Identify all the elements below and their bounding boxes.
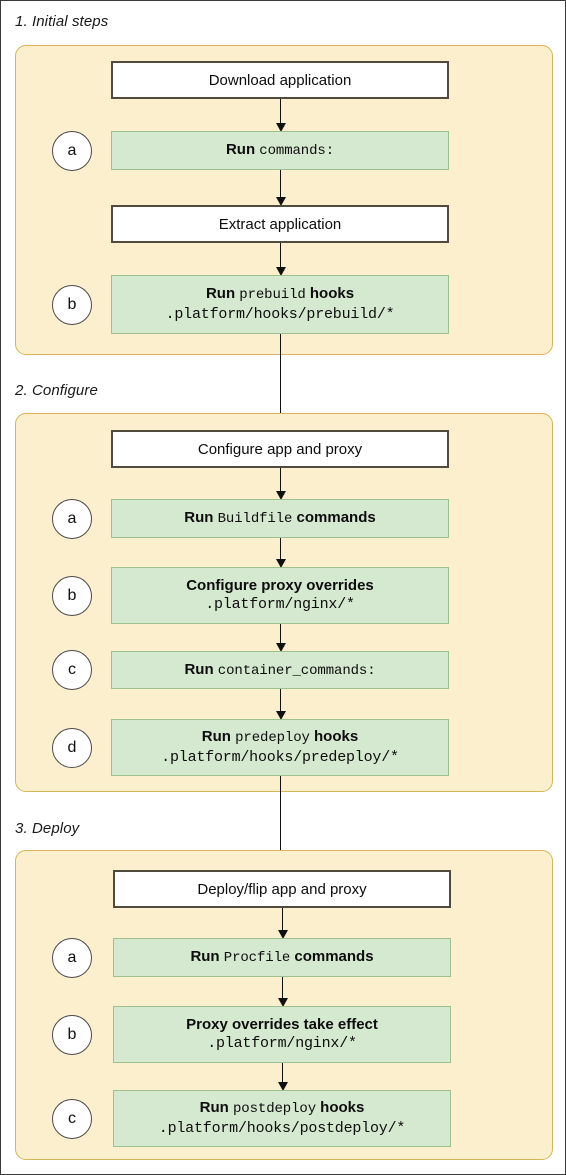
text-segment: commands: [290, 948, 374, 965]
text-segment: Download application: [208, 71, 352, 89]
node-label-primary: Download application: [209, 71, 352, 90]
node-label-primary: Run Procfile commands: [190, 947, 373, 968]
text-segment: prebuild: [239, 287, 306, 303]
node-label-primary: Deploy/flip app and proxy: [197, 880, 366, 899]
text-segment: postdeploy: [232, 1101, 316, 1117]
text-segment: Configure app and proxy: [197, 440, 363, 458]
node-label-primary: Run commands:: [226, 140, 334, 161]
node-label-path: .platform/hooks/predeploy/*: [161, 749, 399, 766]
step-marker-d: d: [52, 727, 92, 768]
text-segment: hooks: [309, 728, 359, 745]
node-2-3: Configure proxy overrides .platform/nginx…: [111, 567, 449, 624]
text-segment: predeploy: [235, 730, 310, 746]
text-segment: commands:: [259, 143, 335, 159]
node-3-2: Run Procfile commands: [113, 938, 451, 977]
connector-line: [280, 538, 281, 560]
step-marker-c: c: [52, 1098, 92, 1139]
text-segment: Deploy/flip app and proxy: [197, 880, 367, 898]
connector-line: [280, 689, 281, 712]
section-heading-2: 2. Configure: [15, 382, 98, 399]
step-marker-b: b: [52, 284, 92, 325]
text-segment: Run: [184, 660, 218, 678]
node-label-path: .platform/hooks/postdeploy/*: [158, 1120, 406, 1137]
section-heading-3: 3. Deploy: [15, 820, 80, 837]
node-2-5: Run predeploy hooks .platform/hooks/prede…: [111, 719, 449, 776]
text-segment: Buildfile: [217, 511, 293, 527]
connector-line: [280, 99, 281, 124]
text-segment: Proxy overrides take effect: [186, 1016, 378, 1033]
text-segment: Run: [199, 1099, 233, 1116]
step-marker-a: a: [52, 130, 92, 171]
inter-section-connector: [280, 334, 281, 423]
node-label-primary: Run postdeploy hooks: [200, 1098, 365, 1119]
step-marker-b: b: [52, 575, 92, 616]
step-marker-b: b: [52, 1014, 92, 1055]
node-1-4: Run prebuild hooks .platform/hooks/prebui…: [111, 275, 449, 334]
node-label-path: .platform/nginx/*: [205, 596, 355, 613]
connector-line: [282, 977, 283, 999]
text-segment: hooks: [305, 285, 355, 302]
step-marker-c: c: [52, 650, 92, 690]
node-label-primary: Proxy overrides take effect: [186, 1015, 378, 1034]
text-segment: Run: [225, 141, 260, 158]
node-label-primary: Run prebuild hooks: [206, 284, 354, 305]
node-3-4: Run postdeploy hooks .platform/hooks/post…: [113, 1090, 451, 1147]
node-2-4: Run container_commands:: [111, 651, 449, 689]
text-segment: commands: [292, 509, 376, 526]
node-1-1: Download application: [111, 61, 449, 99]
text-segment: Extract application: [218, 215, 342, 233]
node-label-primary: Run Buildfile commands: [184, 508, 375, 529]
node-1-2: Run commands:: [111, 131, 449, 170]
connector-line: [280, 243, 281, 268]
node-3-3: Proxy overrides take effect .platform/ngi…: [113, 1006, 451, 1063]
node-label-primary: Extract application: [219, 215, 342, 234]
node-2-1: Configure app and proxy: [111, 430, 449, 468]
step-marker-a: a: [52, 937, 92, 978]
section-heading-1: 1. Initial steps: [15, 13, 109, 30]
node-label-primary: Configure app and proxy: [198, 440, 362, 459]
node-1-3: Extract application: [111, 205, 449, 243]
step-marker-a: a: [52, 498, 92, 539]
text-segment: Run: [190, 948, 224, 965]
connector-line: [282, 1063, 283, 1083]
deployment-lifecycle-diagram: 1. Initial steps Download application Run …: [0, 0, 566, 1175]
text-segment: Run: [184, 509, 218, 526]
connector-line: [282, 908, 283, 931]
connector-line: [280, 624, 281, 644]
node-label-primary: Run predeploy hooks: [202, 727, 358, 748]
connector-line: [280, 468, 281, 492]
text-segment: Run: [205, 285, 240, 302]
node-label-primary: Run container_commands:: [184, 660, 375, 681]
text-segment: container_commands:: [217, 662, 376, 679]
text-segment: Procfile: [223, 950, 291, 966]
node-3-1: Deploy/flip app and proxy: [113, 870, 451, 908]
node-2-2: Run Buildfile commands: [111, 499, 449, 538]
connector-line: [280, 170, 281, 198]
node-label-path: .platform/nginx/*: [207, 1035, 357, 1052]
node-label-primary: Configure proxy overrides: [186, 576, 374, 595]
text-segment: Configure proxy overrides: [186, 577, 374, 594]
text-segment: hooks: [316, 1099, 365, 1116]
node-label-path: .platform/hooks/prebuild/*: [165, 306, 395, 323]
text-segment: Run: [201, 728, 236, 745]
